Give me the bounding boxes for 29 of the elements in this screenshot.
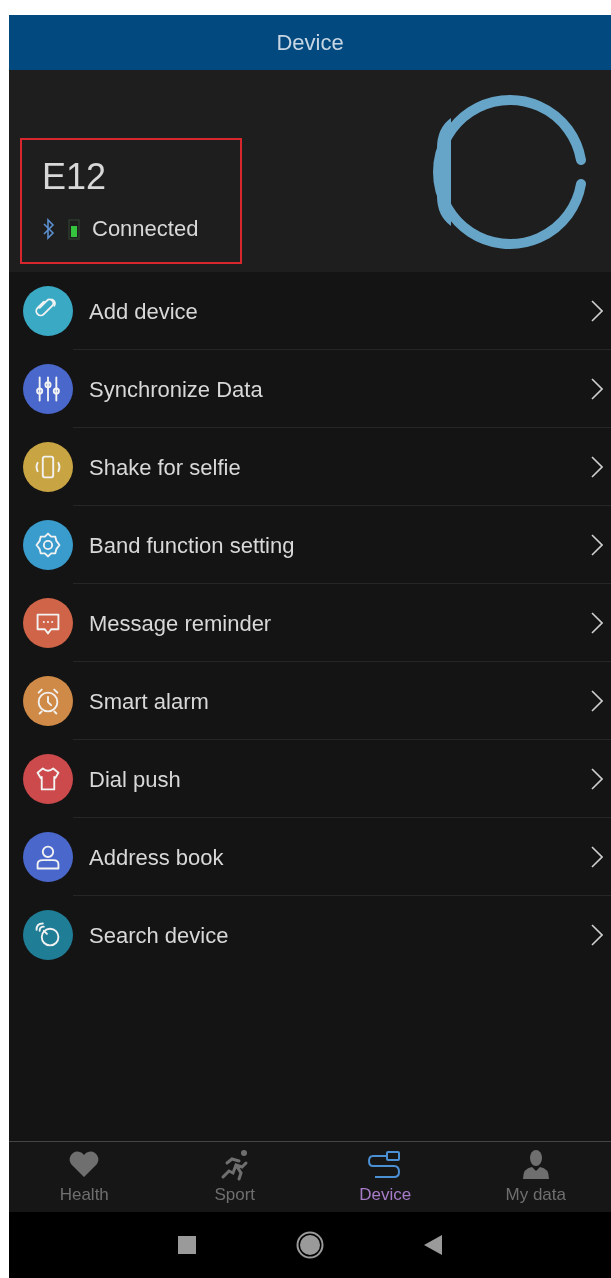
tab[interactable]: My data (460, 1142, 611, 1212)
tab[interactable]: Health (9, 1142, 160, 1212)
bluetooth-icon (42, 217, 56, 240)
battery-icon (68, 217, 80, 240)
chevron-icon (591, 456, 603, 478)
device-name: E12 (42, 156, 108, 198)
menu-item[interactable]: Dial push (9, 740, 611, 818)
menu-item[interactable]: Synchronize Data (9, 350, 611, 428)
home-button[interactable] (296, 1231, 324, 1259)
menu-item[interactable]: Message reminder (9, 584, 611, 662)
tab[interactable]: Device (310, 1142, 461, 1212)
header-title: Device (276, 29, 344, 57)
chevron-icon (591, 690, 603, 712)
chevron-icon (591, 534, 603, 556)
tab[interactable]: Sport (159, 1142, 310, 1212)
connection-status: Connected (92, 215, 199, 243)
chevron-icon (591, 768, 603, 790)
menu-item[interactable]: Search device (9, 896, 611, 974)
menu-item[interactable]: Band function setting (9, 506, 611, 584)
chevron-icon (591, 378, 603, 400)
menu-item[interactable]: Address book (9, 818, 611, 896)
chevron-icon (591, 924, 603, 946)
chevron-icon (591, 612, 603, 634)
menu-item[interactable]: Shake for selfie (9, 428, 611, 506)
chevron-icon (591, 846, 603, 868)
back-button[interactable] (424, 1235, 442, 1255)
menu-item[interactable]: Add device (9, 272, 611, 350)
menu-item[interactable]: Smart alarm (9, 662, 611, 740)
chevron-icon (591, 300, 603, 322)
